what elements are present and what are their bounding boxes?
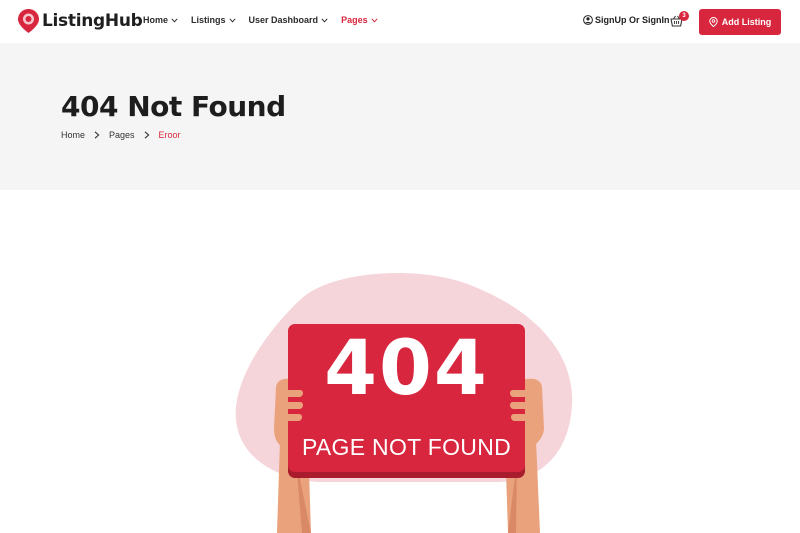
chevron-down-icon <box>171 17 178 23</box>
chevron-down-icon <box>321 17 328 23</box>
error-illustration: 404 PAGE NOT FOUND <box>0 190 800 533</box>
add-listing-label: Add Listing <box>721 17 772 27</box>
signin-label: SignUp Or SignIn <box>595 15 670 25</box>
chevron-right-icon <box>144 131 149 139</box>
nav-item-pages[interactable]: Pages <box>341 15 378 25</box>
cart-button[interactable]: 3 <box>670 11 689 27</box>
page-title: 404 Not Found <box>61 90 286 123</box>
map-pin-icon <box>709 17 718 27</box>
chevron-down-icon <box>228 17 236 23</box>
error-message: PAGE NOT FOUND <box>301 434 512 460</box>
breadcrumb-home[interactable]: Home <box>61 130 85 140</box>
nav-item-label: Listings <box>191 15 226 25</box>
chevron-right-icon <box>94 131 100 139</box>
add-listing-button[interactable]: Add Listing <box>699 9 781 35</box>
logo[interactable]: ListingHub <box>18 9 143 33</box>
nav-item-home[interactable]: Home <box>143 15 178 25</box>
breadcrumb-current: Eroor <box>158 130 181 140</box>
site-header: ListingHub Home Listings User Dashboard … <box>0 0 800 43</box>
page-header-band: 404 Not Found Home Pages Eroor <box>0 43 800 190</box>
nav-item-label: Home <box>143 15 169 25</box>
main-nav: Home Listings User Dashboard Pages <box>143 15 391 25</box>
error-code: 404 <box>324 323 489 412</box>
chevron-down-icon <box>371 17 378 23</box>
breadcrumb-pages[interactable]: Pages <box>109 130 135 140</box>
nav-item-user-dashboard[interactable]: User Dashboard <box>249 15 329 25</box>
nav-item-label: User Dashboard <box>248 15 319 25</box>
brand-name: ListingHub <box>42 11 143 31</box>
map-pin-icon <box>18 9 39 33</box>
user-circle-icon <box>583 15 593 25</box>
signin-link[interactable]: SignUp Or SignIn <box>583 15 670 25</box>
cart-count-badge: 3 <box>679 11 689 21</box>
nav-item-listings[interactable]: Listings <box>191 15 236 25</box>
breadcrumb: Home Pages Eroor <box>61 130 181 140</box>
nav-item-label: Pages <box>341 15 368 25</box>
